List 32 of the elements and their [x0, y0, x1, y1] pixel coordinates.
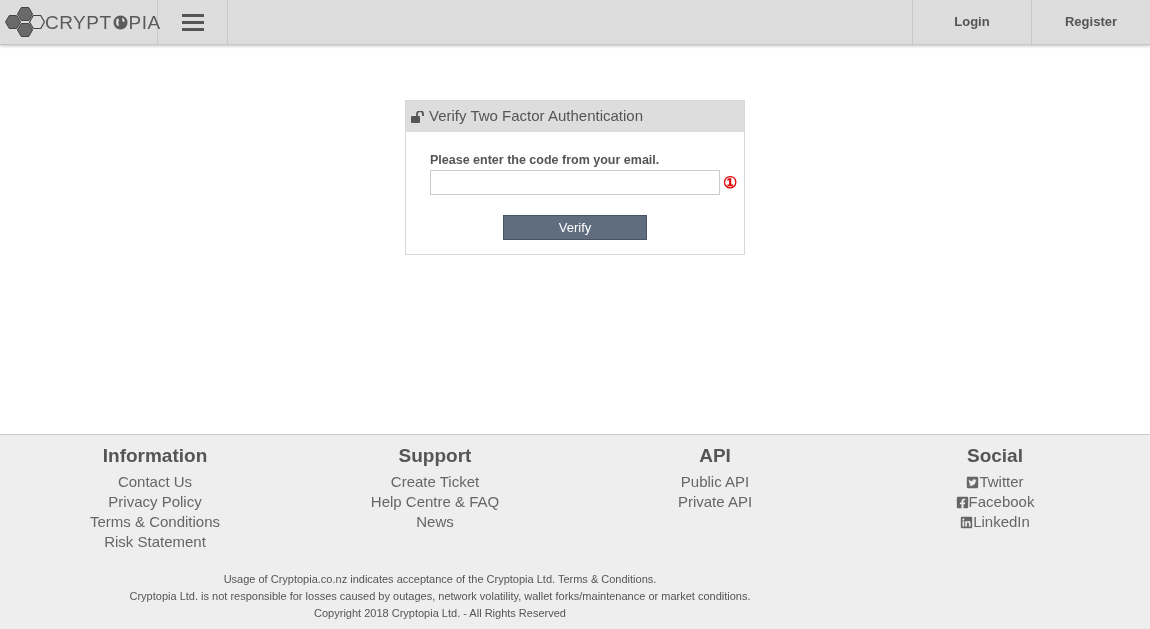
footer-link[interactable]: LinkedIn: [960, 512, 1030, 532]
menu-icon: [181, 13, 204, 31]
footer-heading: API: [699, 444, 731, 468]
footer-link[interactable]: Help Centre & FAQ: [370, 492, 500, 512]
field-label: Please enter the code from your email.: [430, 152, 661, 168]
padlock-icon: [411, 110, 425, 123]
legal-text: Cryptopia Ltd. is not responsible for losses caused by outages, network volatility, wallet forks/maintenance or market conditions.: [129, 589, 751, 604]
footer-link[interactable]: Public API: [680, 472, 750, 492]
footer-link[interactable]: Create Ticket: [390, 472, 480, 492]
legal-text: Copyright 2018 Cryptopia Ltd. - All Rights Reserved: [314, 606, 566, 621]
globe-icon: [112, 14, 128, 30]
footer-link[interactable]: Twitter: [966, 472, 1024, 492]
nav-link[interactable]: Register: [1031, 0, 1150, 44]
footer-link[interactable]: Terms & Conditions: [89, 512, 221, 532]
footer-link[interactable]: Private API: [677, 492, 753, 512]
footer-link[interactable]: Privacy Policy: [108, 492, 202, 512]
footer-link[interactable]: Facebook: [955, 492, 1035, 512]
verify-button[interactable]: Verify: [503, 215, 647, 240]
legal-text: Usage of Cryptopia.co.nz indicates acceptance of the Cryptopia Ltd. Terms & Conditions.: [223, 572, 657, 587]
footer-link[interactable]: Contact Us: [117, 472, 193, 492]
footer-heading: Social: [967, 444, 1023, 468]
circled-number-marker: ①: [723, 174, 737, 191]
logo-text: CRYPT: [45, 12, 112, 32]
logo-text: PIA: [128, 12, 161, 32]
hexagon-cluster-icon: [5, 5, 45, 39]
footer-heading: Support: [398, 444, 472, 468]
panel-title: Verify Two Factor Authentication: [429, 106, 643, 127]
footer-link[interactable]: Risk Statement: [104, 532, 206, 552]
code-input[interactable]: [430, 170, 720, 195]
footer-heading: Information: [102, 444, 208, 468]
footer-link[interactable]: News: [416, 512, 454, 532]
nav-link[interactable]: Login: [912, 0, 1031, 44]
